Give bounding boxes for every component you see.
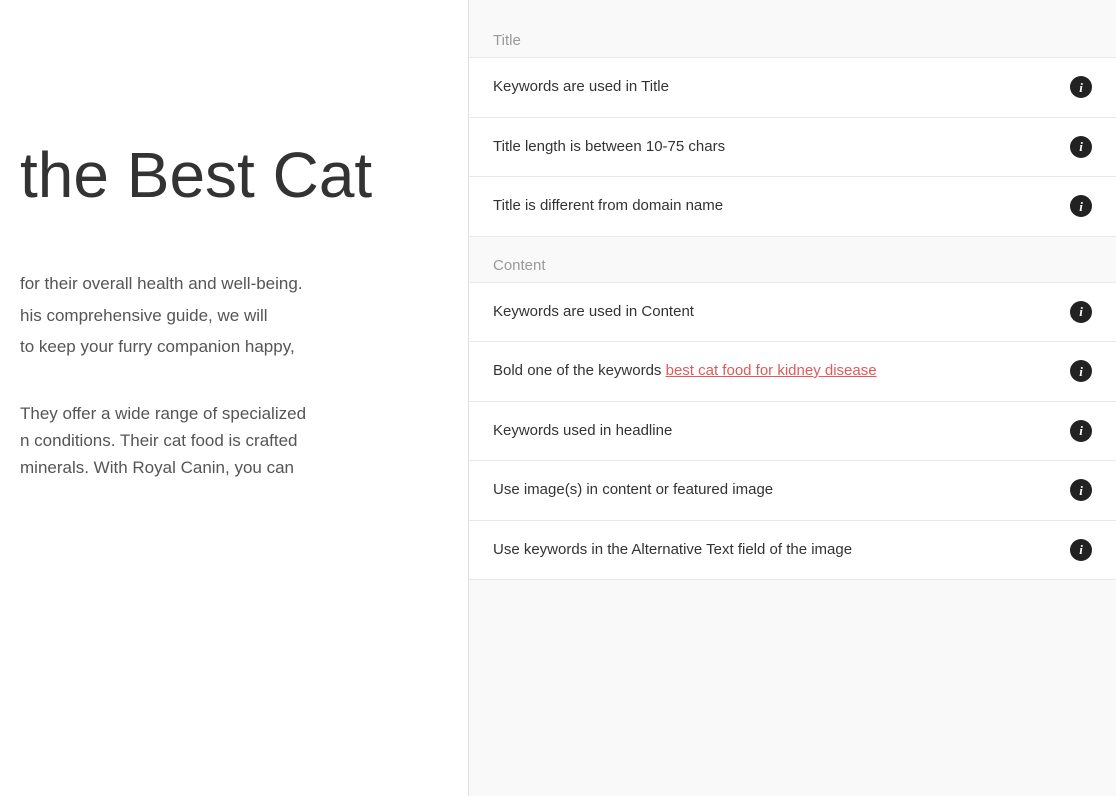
left-text-block-2: They offer a wide range of specialized n… <box>20 400 468 482</box>
check-item-bold-keywords-text: Bold one of the keywords best cat food f… <box>493 360 1058 383</box>
check-item-bold-keywords: Bold one of the keywords best cat food f… <box>469 341 1116 402</box>
title-section-label: Title <box>469 20 1116 57</box>
info-icon-title-length[interactable]: i <box>1070 136 1092 158</box>
check-item-keywords-headline-text: Keywords used in headline <box>493 420 1058 443</box>
info-icon-keywords-in-content[interactable]: i <box>1070 301 1092 323</box>
check-item-keywords-in-title-text: Keywords are used in Title <box>493 76 1058 99</box>
check-item-alt-text: Use keywords in the Alternative Text fie… <box>469 520 1116 581</box>
left-line-1: for their overall health and well-being. <box>20 270 468 297</box>
check-item-keywords-in-content: Keywords are used in Content i <box>469 282 1116 343</box>
content-section-label: Content <box>469 245 1116 282</box>
check-item-use-images: Use image(s) in content or featured imag… <box>469 460 1116 521</box>
check-item-title-domain-text: Title is different from domain name <box>493 195 1058 218</box>
check-item-title-length-text: Title length is between 10-75 chars <box>493 136 1058 159</box>
left-line-4: They offer a wide range of specialized <box>20 400 468 427</box>
title-section: Title Keywords are used in Title i Title… <box>469 20 1116 237</box>
bold-keywords-link[interactable]: best cat food for kidney disease <box>666 362 877 379</box>
left-line-5: n conditions. Their cat food is crafted <box>20 427 468 454</box>
left-text-block-1: for their overall health and well-being.… <box>20 270 468 360</box>
content-section: Content Keywords are used in Content i B… <box>469 245 1116 581</box>
check-item-keywords-in-content-text: Keywords are used in Content <box>493 301 1058 324</box>
check-item-keywords-headline: Keywords used in headline i <box>469 401 1116 462</box>
info-icon-keywords-headline[interactable]: i <box>1070 420 1092 442</box>
check-item-keywords-in-title: Keywords are used in Title i <box>469 57 1116 118</box>
check-item-title-length: Title length is between 10-75 chars i <box>469 117 1116 178</box>
info-icon-bold-keywords[interactable]: i <box>1070 360 1092 382</box>
check-item-title-domain: Title is different from domain name i <box>469 176 1116 237</box>
info-icon-title-domain[interactable]: i <box>1070 195 1092 217</box>
info-icon-keywords-in-title[interactable]: i <box>1070 76 1092 98</box>
check-item-alt-text-text: Use keywords in the Alternative Text fie… <box>493 539 1058 562</box>
page-title: the Best Cat <box>20 140 468 210</box>
left-panel: the Best Cat for their overall health an… <box>0 0 468 796</box>
left-line-3: to keep your furry companion happy, <box>20 333 468 360</box>
info-icon-use-images[interactable]: i <box>1070 479 1092 501</box>
left-line-2: his comprehensive guide, we will <box>20 302 468 329</box>
check-item-use-images-text: Use image(s) in content or featured imag… <box>493 479 1058 502</box>
info-icon-alt-text[interactable]: i <box>1070 539 1092 561</box>
right-panel: Title Keywords are used in Title i Title… <box>468 0 1116 796</box>
bold-keywords-pre: Bold one of the keywords <box>493 362 666 379</box>
left-line-6: minerals. With Royal Canin, you can <box>20 454 468 481</box>
